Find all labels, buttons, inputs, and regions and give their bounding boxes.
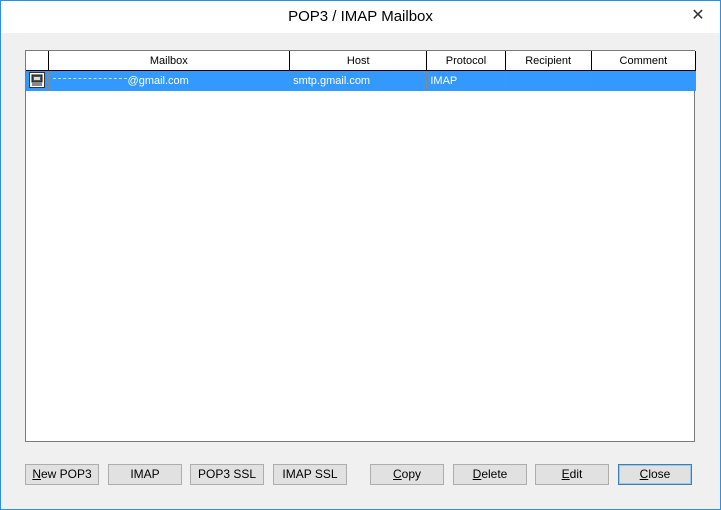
column-header-icon[interactable] (26, 51, 49, 71)
mailbox-list[interactable]: Mailbox Host Protocol Recipient Comment (25, 50, 697, 442)
close-icon[interactable]: ✕ (686, 5, 710, 27)
dialog-body: Mailbox Host Protocol Recipient Comment (1, 33, 720, 509)
redacted-username (52, 78, 127, 84)
table-row[interactable]: @gmail.com smtp.gmail.com IMAP (26, 70, 697, 91)
title-bar[interactable]: POP3 / IMAP Mailbox ✕ (1, 1, 720, 33)
new-pop3-button[interactable]: New POP3 (25, 464, 99, 485)
delete-button[interactable]: Delete (453, 464, 527, 485)
column-header-recipient[interactable]: Recipient (505, 51, 592, 71)
mailbox-text: @gmail.com (127, 75, 189, 87)
mailbox-icon (26, 70, 49, 91)
mailbox-dialog: POP3 / IMAP Mailbox ✕ Mailbox Host Proto… (0, 0, 721, 510)
column-header-protocol[interactable]: Protocol (426, 51, 506, 71)
mailbox-cell: @gmail.com (48, 70, 291, 91)
imap-button[interactable]: IMAP (108, 464, 182, 485)
protocol-cell: IMAP (426, 70, 506, 91)
edit-button[interactable]: Edit (535, 464, 609, 485)
pop3-ssl-button[interactable]: POP3 SSL (190, 464, 264, 485)
close-button[interactable]: Close (618, 464, 692, 485)
recipient-cell (505, 70, 592, 91)
copy-button[interactable]: Copy (370, 464, 444, 485)
column-header-comment[interactable]: Comment (591, 51, 697, 71)
table-header: Mailbox Host Protocol Recipient Comment (26, 51, 697, 71)
host-cell: smtp.gmail.com (289, 70, 428, 91)
mailbox-table: Mailbox Host Protocol Recipient Comment (26, 51, 697, 91)
column-header-mailbox[interactable]: Mailbox (48, 51, 291, 71)
comment-cell (591, 70, 697, 91)
column-header-host[interactable]: Host (289, 51, 428, 71)
window-title: POP3 / IMAP Mailbox (288, 8, 433, 25)
imap-ssl-button[interactable]: IMAP SSL (273, 464, 347, 485)
